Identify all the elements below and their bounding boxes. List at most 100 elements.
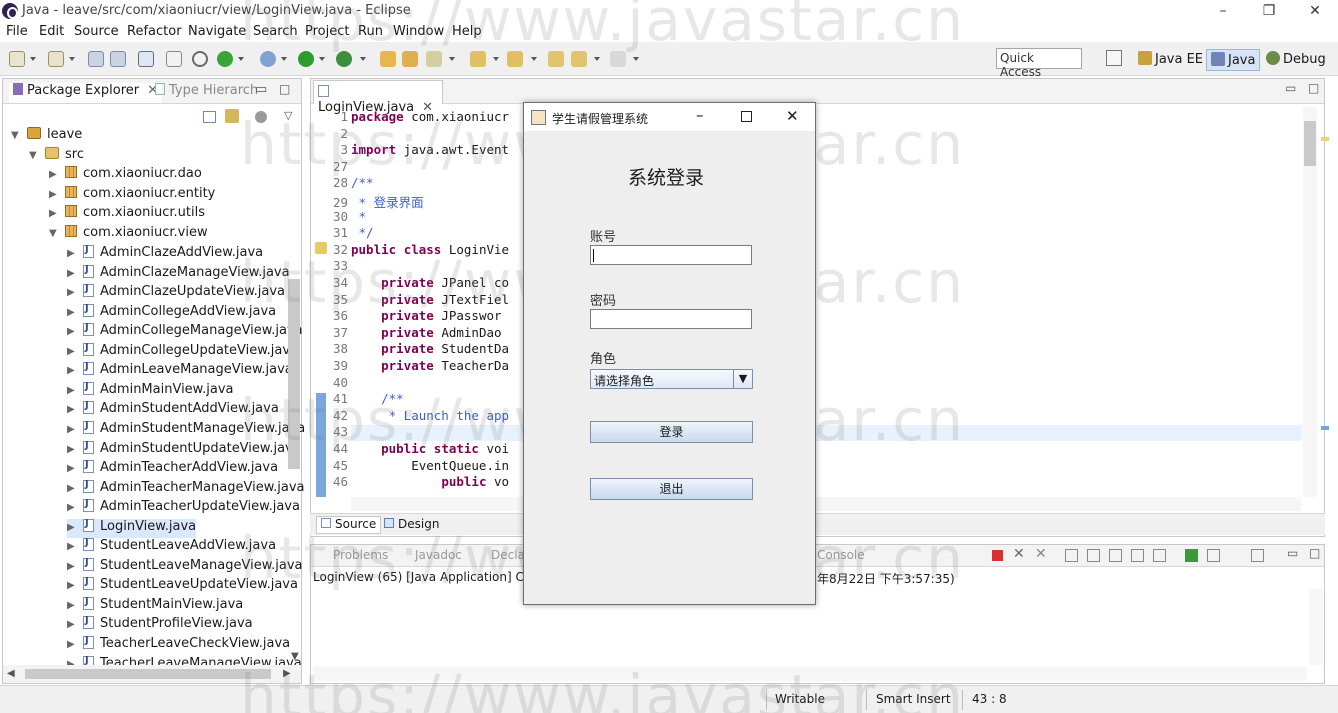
tree-file[interactable]: ▶ AdminClazeUpdateView.java xyxy=(67,283,285,303)
perspective-debug[interactable]: Debug xyxy=(1262,49,1330,71)
tab-type-hierarchy[interactable]: Type Hierarch xyxy=(155,83,258,98)
view-menu-chevron-down-icon[interactable]: ▽ xyxy=(284,109,292,122)
tab-javadoc[interactable]: Javadoc xyxy=(415,548,462,562)
tree-file[interactable]: ▶ AdminStudentManageView.java xyxy=(67,420,305,440)
code-line[interactable]: 34 private JPanel co xyxy=(311,275,509,292)
code-line[interactable]: 44 public static voi xyxy=(311,441,509,458)
minimize-editor-button[interactable]: ▭ xyxy=(1285,81,1296,95)
tree-file[interactable]: ▶ AdminMainView.java xyxy=(67,381,234,401)
chevron-down-icon[interactable]: ▼ xyxy=(11,130,21,141)
chevron-right-icon[interactable]: ▶ xyxy=(49,189,59,200)
chevron-right-icon[interactable]: ▶ xyxy=(67,522,77,533)
tab-design[interactable]: Design xyxy=(384,517,439,531)
menu-edit[interactable]: Edit xyxy=(39,24,64,39)
scroll-down-chevron-icon[interactable]: ▼ xyxy=(291,651,299,662)
back-arrow-icon[interactable] xyxy=(571,51,587,67)
chevron-down-icon[interactable] xyxy=(594,57,600,61)
code-line[interactable]: 42 * Launch the app xyxy=(311,408,509,425)
scroll-lock-icon[interactable] xyxy=(1087,549,1100,562)
chevron-right-icon[interactable]: ▶ xyxy=(67,346,77,357)
tab-problems[interactable]: Problems xyxy=(333,548,388,562)
tree-file[interactable]: ▶ AdminCollegeUpdateView.java xyxy=(67,342,298,362)
tree-file[interactable]: ▶ AdminTeacherManageView.java xyxy=(67,479,305,499)
tab-console[interactable]: Console xyxy=(817,548,865,562)
chevron-down-icon[interactable] xyxy=(69,57,75,61)
editor-vscrollbar[interactable] xyxy=(1303,107,1317,497)
chevron-right-icon[interactable]: ▶ xyxy=(67,580,77,591)
chevron-right-icon[interactable]: ▶ xyxy=(67,639,77,650)
menu-navigate[interactable]: Navigate xyxy=(188,24,246,39)
left-hscrollbar[interactable]: ◀ ▶ xyxy=(3,665,301,683)
code-line[interactable]: 46 public vo xyxy=(311,474,509,491)
code-line[interactable]: 38 private StudentDa xyxy=(311,341,509,358)
remove-launch-icon[interactable]: ✕ xyxy=(1013,546,1025,562)
code-line[interactable]: 39 private TeacherDa xyxy=(311,358,509,375)
menu-window[interactable]: Window xyxy=(393,24,444,39)
chevron-down-icon[interactable] xyxy=(281,57,287,61)
terminate-icon[interactable] xyxy=(992,550,1003,561)
dialog-minimize-button[interactable]: – xyxy=(696,106,704,124)
tab-source[interactable]: Source xyxy=(316,516,382,534)
menu-help[interactable]: Help xyxy=(452,24,482,39)
vscroll-thumb[interactable] xyxy=(1304,121,1316,166)
tree-file[interactable]: ▶ AdminLeaveManageView.java xyxy=(67,361,293,381)
code-line[interactable]: 3 import java.awt.Event xyxy=(311,142,509,159)
menu-run[interactable]: Run xyxy=(358,24,383,39)
tree-file[interactable]: ▶ AdminClazeAddView.java xyxy=(67,244,263,264)
tree-file[interactable]: ▶ AdminTeacherUpdateView.java xyxy=(67,498,300,518)
chevron-down-icon[interactable] xyxy=(238,57,244,61)
chevron-right-icon[interactable]: ▶ xyxy=(67,248,77,259)
chevron-right-icon[interactable]: ▶ xyxy=(49,208,59,219)
editor-hscrollbar[interactable] xyxy=(351,497,1301,511)
close-button[interactable]: ✕ xyxy=(1292,0,1338,22)
chevron-down-icon[interactable] xyxy=(319,57,325,61)
chevron-down-icon[interactable] xyxy=(449,57,455,61)
link-editor-icon[interactable] xyxy=(225,109,239,123)
save-all-icon[interactable] xyxy=(110,51,126,67)
tree-file[interactable]: ▶ StudentMainView.java xyxy=(67,596,243,616)
minimize-console-button[interactable]: ▭ xyxy=(1287,546,1298,560)
chevron-right-icon[interactable]: ▶ xyxy=(67,326,77,337)
perspective-java-ee[interactable]: Java EE xyxy=(1134,49,1207,71)
show-stderr-icon[interactable] xyxy=(1153,549,1166,562)
tree-file[interactable]: ▶ StudentLeaveManageView.java xyxy=(67,557,303,577)
tree-file[interactable]: ▶ AdminCollegeManageView.java xyxy=(67,322,303,342)
word-wrap-icon[interactable] xyxy=(1109,549,1122,562)
tree-file[interactable]: ▶ AdminTeacherAddView.java xyxy=(67,459,278,479)
left-scrollbar-thumb[interactable] xyxy=(288,279,300,469)
chevron-right-icon[interactable]: ▶ xyxy=(67,385,77,396)
chevron-right-icon[interactable]: ▶ xyxy=(67,483,77,494)
pin-console-icon[interactable] xyxy=(1185,549,1198,562)
tree-file[interactable]: ▶ AdminStudentUpdateView.java xyxy=(67,440,301,460)
chevron-right-icon[interactable]: ▶ xyxy=(49,169,59,180)
tree-package[interactable]: ▶ com.xiaoniucr.dao xyxy=(49,166,202,185)
forward-arrow-icon[interactable] xyxy=(610,51,626,67)
tree-file[interactable]: ▶ AdminCollegeAddView.java xyxy=(67,303,276,323)
new-icon[interactable] xyxy=(9,51,25,67)
code-line[interactable]: 2 xyxy=(311,126,351,143)
code-line[interactable]: 37 private AdminDao xyxy=(311,325,502,342)
code-line[interactable]: 32 public class LoginVie xyxy=(311,242,509,259)
open-perspective-icon[interactable] xyxy=(1106,50,1122,66)
tree-package[interactable]: ▶ com.xiaoniucr.utils xyxy=(49,205,205,224)
remove-all-icon[interactable]: ✕ xyxy=(1035,546,1047,562)
chevron-down-icon[interactable] xyxy=(30,57,36,61)
chevron-right-icon[interactable]: ▶ xyxy=(67,444,77,455)
code-line[interactable]: 1 package com.xiaoniucr xyxy=(311,109,509,126)
maximize-console-button[interactable]: □ xyxy=(1309,546,1320,560)
code-line[interactable]: 35 private JTextFiel xyxy=(311,292,509,309)
menu-refactor[interactable]: Refactor xyxy=(127,24,182,39)
chevron-right-icon[interactable]: ▶ xyxy=(67,502,77,513)
tree-file[interactable]: ▶ StudentLeaveAddView.java xyxy=(67,537,276,557)
debug-bug-icon[interactable] xyxy=(260,51,276,67)
chevron-right-icon[interactable]: ▶ xyxy=(67,307,77,318)
tree-package[interactable]: ▶ com.xiaoniucr.entity xyxy=(49,186,215,205)
chevron-down-icon[interactable] xyxy=(493,57,499,61)
tree-src[interactable]: ▼ src xyxy=(29,147,84,166)
chevron-down-icon[interactable] xyxy=(360,57,366,61)
dialog-maximize-button[interactable] xyxy=(741,111,752,122)
scroll-right-icon[interactable]: ▶ xyxy=(283,668,291,679)
terminal-icon[interactable] xyxy=(138,51,154,67)
menu-project[interactable]: Project xyxy=(305,24,349,39)
chevron-right-icon[interactable]: ▶ xyxy=(67,424,77,435)
